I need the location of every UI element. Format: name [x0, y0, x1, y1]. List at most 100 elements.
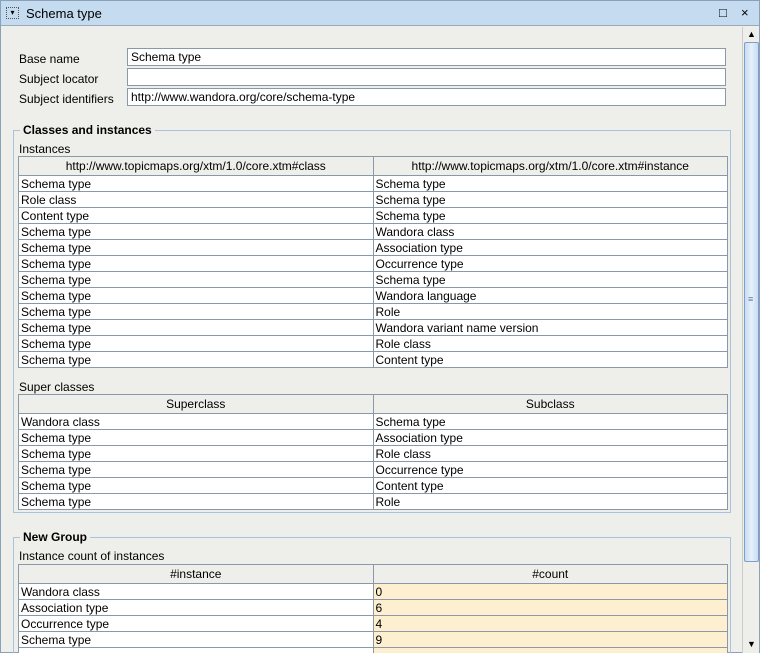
table-cell[interactable]: Association type — [372, 429, 728, 446]
table-cell[interactable]: Wandora variant name version — [372, 319, 728, 336]
table-row[interactable]: Schema type Schema type — [18, 175, 728, 192]
title-bar[interactable]: ▾ Schema type □ × — [1, 1, 759, 26]
table-row[interactable]: Schema type Content type — [18, 477, 728, 494]
window-title: Schema type — [26, 6, 102, 21]
column-header[interactable]: http://www.topicmaps.org/xtm/1.0/core.xt… — [18, 156, 374, 176]
table-cell[interactable]: Schema type — [18, 175, 374, 192]
table-cell[interactable]: Schema type — [18, 445, 374, 462]
table-cell[interactable]: Schema type — [372, 207, 728, 224]
table-cell[interactable]: Schema type — [372, 191, 728, 208]
table-row[interactable] — [18, 647, 728, 653]
table-cell[interactable]: Role — [372, 303, 728, 320]
table-header: Superclass Subclass — [18, 394, 728, 414]
column-header[interactable]: Superclass — [18, 394, 374, 414]
table-cell[interactable]: 4 — [372, 615, 728, 632]
scroll-up-button[interactable]: ▲ — [743, 27, 760, 41]
table-cell[interactable]: Schema type — [18, 223, 374, 240]
table-cell[interactable]: Role — [372, 493, 728, 510]
table-row[interactable]: Schema type Wandora variant name version — [18, 319, 728, 336]
table-cell[interactable]: Role class — [372, 335, 728, 352]
table-cell[interactable]: Role class — [372, 445, 728, 462]
vertical-scrollbar[interactable]: ▲ ≡ ▼ — [742, 27, 759, 653]
table-cell[interactable]: Wandora class — [18, 583, 374, 600]
table-header: http://www.topicmaps.org/xtm/1.0/core.xt… — [18, 156, 728, 176]
group-title: New Group — [20, 530, 91, 544]
table-row[interactable]: Wandora class Schema type — [18, 413, 728, 430]
scroll-thumb[interactable]: ≡ — [744, 42, 759, 562]
maximize-button[interactable]: □ — [719, 5, 727, 20]
instance-count-label: Instance count of instances — [19, 549, 165, 563]
instances-table: http://www.topicmaps.org/xtm/1.0/core.xt… — [18, 156, 728, 368]
table-row[interactable]: Schema type Schema type — [18, 271, 728, 288]
table-cell[interactable]: 0 — [372, 583, 728, 600]
table-cell[interactable]: Content type — [372, 351, 728, 368]
table-cell[interactable]: Schema type — [18, 319, 374, 336]
table-cell[interactable]: 6 — [372, 599, 728, 616]
table-row[interactable]: Schema type Occurrence type — [18, 461, 728, 478]
table-cell[interactable]: Schema type — [18, 461, 374, 478]
table-row[interactable]: Content type Schema type — [18, 207, 728, 224]
table-row[interactable]: Schema type Role — [18, 493, 728, 510]
subject-identifiers-input[interactable] — [127, 88, 726, 106]
table-row[interactable]: Schema type Wandora class — [18, 223, 728, 240]
base-name-label: Base name — [19, 52, 80, 66]
column-header[interactable]: http://www.topicmaps.org/xtm/1.0/core.xt… — [372, 156, 728, 176]
table-cell[interactable]: Schema type — [18, 631, 374, 648]
table-row[interactable]: Occurrence type 4 — [18, 615, 728, 632]
table-cell[interactable]: Schema type — [18, 335, 374, 352]
table-cell[interactable]: Schema type — [18, 287, 374, 304]
superclasses-table: Superclass Subclass Wandora class Schema ty… — [18, 394, 728, 510]
table-row[interactable]: Schema type Role — [18, 303, 728, 320]
subject-locator-input[interactable] — [127, 68, 726, 86]
scroll-down-button[interactable]: ▼ — [743, 637, 760, 651]
table-cell[interactable] — [18, 647, 374, 653]
table-cell[interactable]: Schema type — [18, 493, 374, 510]
table-cell[interactable]: Schema type — [18, 303, 374, 320]
table-cell[interactable]: Content type — [18, 207, 374, 224]
table-row[interactable]: Role class Schema type — [18, 191, 728, 208]
table-header: #instance #count — [18, 564, 728, 584]
table-row[interactable]: Schema type Association type — [18, 239, 728, 256]
table-row[interactable]: Wandora class 0 — [18, 583, 728, 600]
table-cell[interactable]: Wandora class — [18, 413, 374, 430]
table-row[interactable]: Schema type Occurrence type — [18, 255, 728, 272]
table-cell[interactable] — [372, 647, 728, 653]
table-row[interactable]: Schema type Association type — [18, 429, 728, 446]
table-row[interactable]: Schema type Role class — [18, 335, 728, 352]
table-cell[interactable]: Occurrence type — [372, 255, 728, 272]
table-cell[interactable]: Schema type — [372, 271, 728, 288]
grip-icon: ≡ — [748, 294, 754, 304]
table-cell[interactable]: Schema type — [18, 477, 374, 494]
subject-locator-label: Subject locator — [19, 72, 99, 86]
table-cell[interactable]: Wandora language — [372, 287, 728, 304]
table-cell[interactable]: Occurrence type — [372, 461, 728, 478]
table-row[interactable]: Schema type Content type — [18, 351, 728, 368]
table-cell[interactable]: Association type — [372, 239, 728, 256]
column-header[interactable]: #count — [372, 564, 728, 584]
table-row[interactable]: Schema type Role class — [18, 445, 728, 462]
table-cell[interactable]: Schema type — [372, 413, 728, 430]
table-cell[interactable]: Schema type — [18, 255, 374, 272]
instances-label: Instances — [19, 142, 71, 156]
table-row[interactable]: Association type 6 — [18, 599, 728, 616]
table-cell[interactable]: Schema type — [372, 175, 728, 192]
table-cell[interactable]: Content type — [372, 477, 728, 494]
table-row[interactable]: Schema type Wandora language — [18, 287, 728, 304]
window-menu-icon[interactable]: ▾ — [6, 7, 19, 19]
table-cell[interactable]: Occurrence type — [18, 615, 374, 632]
table-cell[interactable]: 9 — [372, 631, 728, 648]
table-cell[interactable]: Schema type — [18, 429, 374, 446]
table-cell[interactable]: Association type — [18, 599, 374, 616]
table-cell[interactable]: Schema type — [18, 239, 374, 256]
table-row[interactable]: Schema type 9 — [18, 631, 728, 648]
close-button[interactable]: × — [741, 5, 749, 20]
column-header[interactable]: Subclass — [372, 394, 728, 414]
subject-identifiers-label: Subject identifiers — [19, 92, 114, 106]
table-cell[interactable]: Wandora class — [372, 223, 728, 240]
table-cell[interactable]: Schema type — [18, 351, 374, 368]
table-cell[interactable]: Role class — [18, 191, 374, 208]
base-name-input[interactable] — [127, 48, 726, 66]
table-cell[interactable]: Schema type — [18, 271, 374, 288]
group-title: Classes and instances — [20, 123, 155, 137]
column-header[interactable]: #instance — [18, 564, 374, 584]
